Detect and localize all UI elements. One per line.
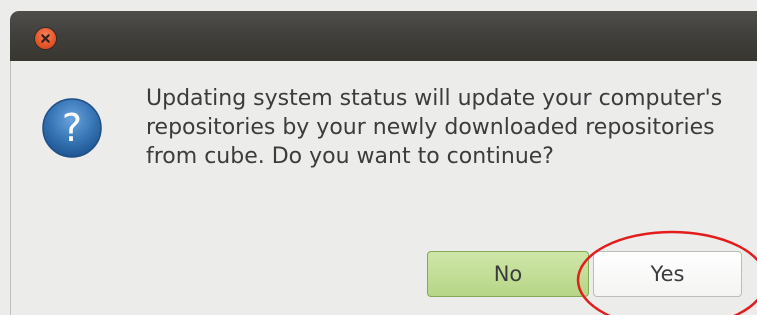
question-icon: ? <box>42 98 102 158</box>
dialog-message: Updating system status will update your … <box>146 86 723 169</box>
svg-text:?: ? <box>62 106 82 150</box>
no-button[interactable]: No <box>427 251 589 297</box>
close-icon <box>41 34 50 43</box>
confirmation-dialog: ? Updating system status will update you… <box>0 0 757 315</box>
yes-button[interactable]: Yes <box>593 251 742 297</box>
window-titlebar[interactable] <box>10 11 757 61</box>
window-close-button[interactable] <box>35 28 56 49</box>
